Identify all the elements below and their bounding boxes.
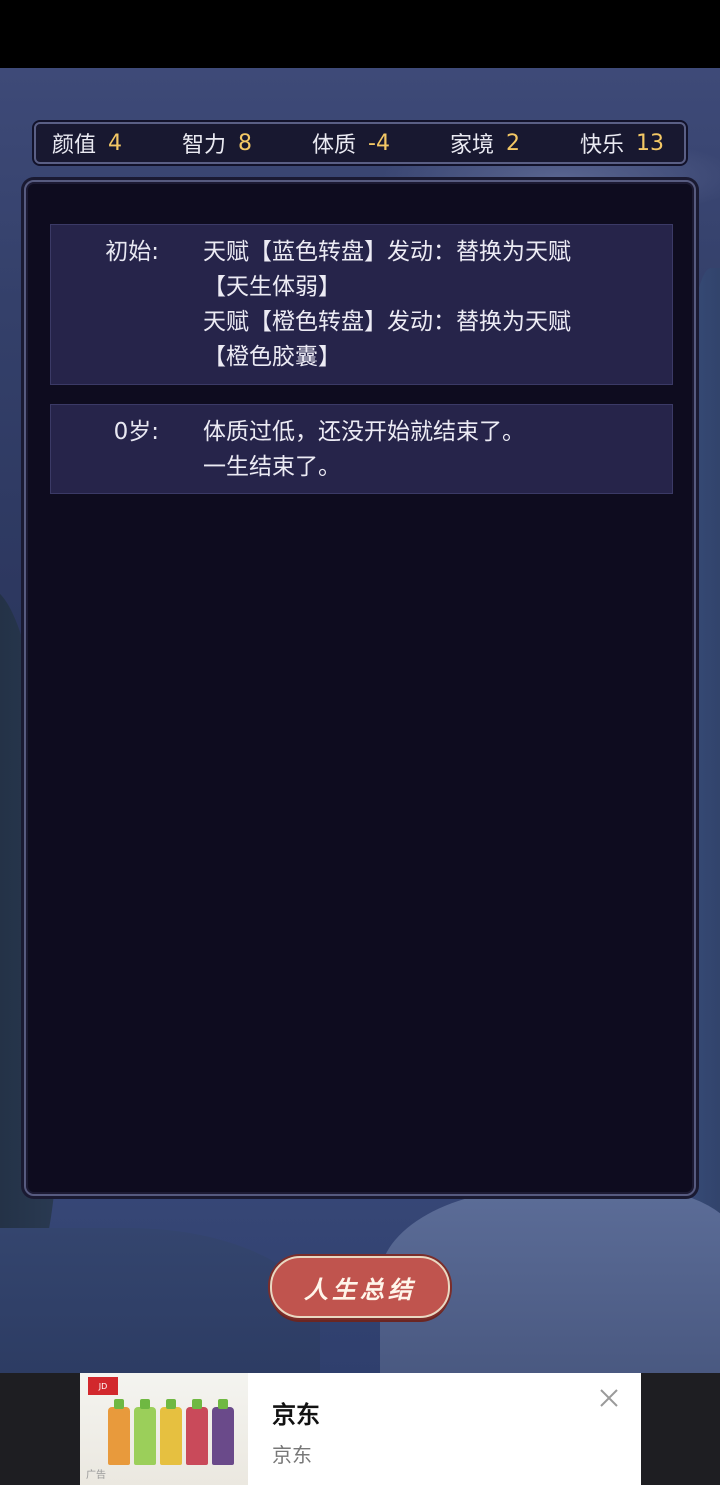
- stat-label: 快乐: [579, 133, 624, 158]
- stat-value: -4: [368, 130, 390, 156]
- stat-value: 2: [505, 130, 520, 156]
- log-entry-line: 一生结束了。: [203, 454, 341, 480]
- stat-label: 智力: [182, 133, 227, 158]
- jd-logo-icon: JD: [88, 1377, 118, 1395]
- product-bottle-icon: [108, 1399, 130, 1465]
- log-entry-initial: 初始: 天赋【蓝色转盘】发动：替换为天赋 【天生体弱】 天赋【橙色转盘】发动：替…: [50, 224, 673, 385]
- log-entry-line: 【橙色胶囊】: [203, 344, 341, 370]
- product-bottle-icon: [134, 1399, 156, 1465]
- stat-appearance: 颜值 4: [52, 127, 122, 159]
- stat-value: 8: [238, 130, 253, 156]
- log-entry-line: 体质过低，还没开始就结束了。: [203, 419, 525, 445]
- stat-family: 家境 2: [450, 127, 520, 159]
- stat-happiness: 快乐 13: [580, 127, 664, 159]
- log-entry-age-0: 0岁: 体质过低，还没开始就结束了。 一生结束了。: [50, 404, 673, 494]
- ad-mark: 广告: [86, 1470, 106, 1481]
- log-entry-line: 天赋【橙色转盘】发动：替换为天赋: [203, 309, 571, 335]
- stat-label: 颜值: [52, 133, 97, 158]
- ad-card[interactable]: JD 广告 京东 京东: [80, 1373, 641, 1485]
- ad-image[interactable]: JD 广告: [80, 1373, 248, 1485]
- ad-subtitle: 京东: [272, 1443, 312, 1467]
- product-bottle-icon: [160, 1399, 182, 1465]
- stat-value: 4: [108, 130, 123, 156]
- log-entry-age: 初始:: [105, 239, 159, 265]
- log-entry-line: 天赋【蓝色转盘】发动：替换为天赋: [203, 239, 571, 265]
- stat-constitution: 体质 -4: [312, 127, 390, 159]
- ad-banner[interactable]: JD 广告 京东 京东: [0, 1373, 720, 1485]
- log-entry-age: 0岁:: [113, 419, 159, 445]
- stat-label: 家境: [449, 133, 494, 158]
- product-bottle-icon: [186, 1399, 208, 1465]
- life-log-panel[interactable]: 初始: 天赋【蓝色转盘】发动：替换为天赋 【天生体弱】 天赋【橙色转盘】发动：替…: [24, 180, 696, 1196]
- life-summary-button[interactable]: 人生总结: [270, 1256, 450, 1318]
- ad-title[interactable]: 京东: [272, 1395, 320, 1430]
- stat-intelligence: 智力 8: [182, 127, 252, 159]
- stat-label: 体质: [312, 133, 357, 158]
- log-entry-line: 【天生体弱】: [203, 274, 341, 300]
- status-bar: [0, 0, 720, 68]
- product-bottle-icon: [212, 1399, 234, 1465]
- stats-bar: 颜值 4 智力 8 体质 -4 家境 2 快乐 13: [34, 122, 686, 164]
- stat-value: 13: [635, 130, 664, 156]
- close-icon[interactable]: [598, 1387, 620, 1409]
